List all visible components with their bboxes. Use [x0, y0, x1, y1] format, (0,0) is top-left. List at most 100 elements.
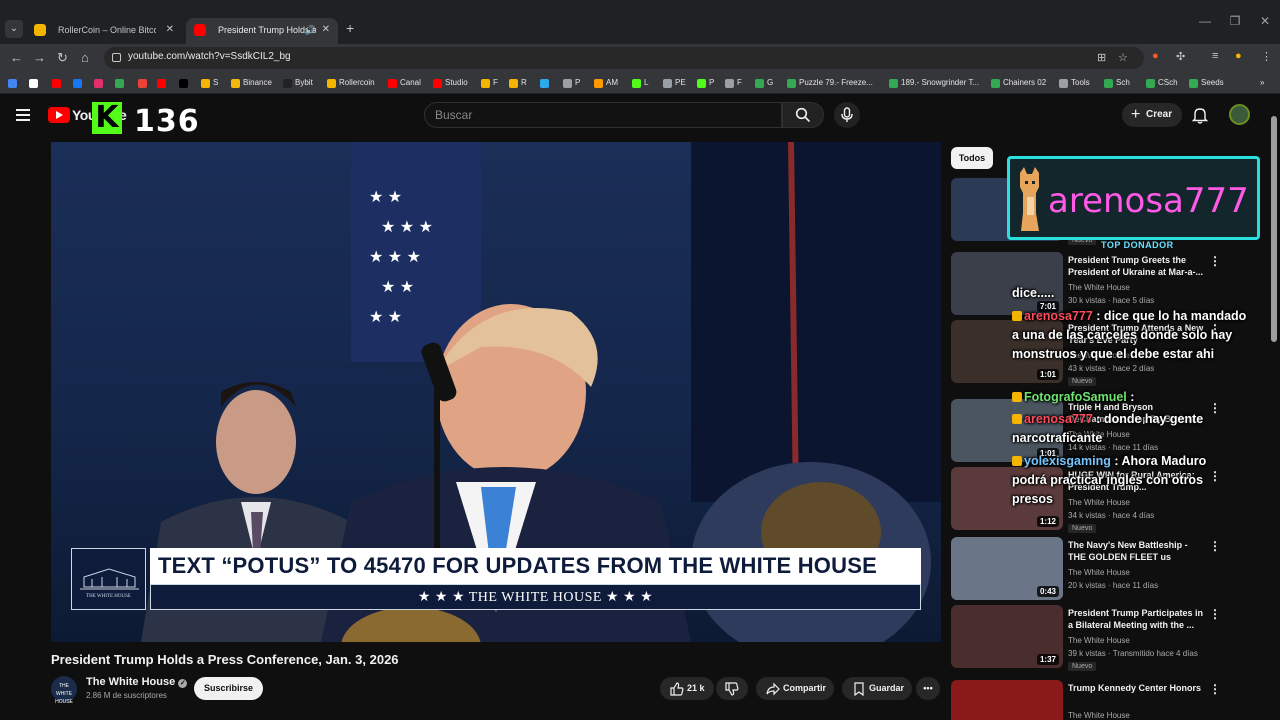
bookmarks-overflow-icon[interactable]: »: [1248, 76, 1264, 90]
dislike-button[interactable]: [716, 677, 748, 700]
home-icon[interactable]: ⌂: [81, 50, 89, 65]
create-button[interactable]: + Crear: [1122, 103, 1182, 127]
new-tab-button[interactable]: +: [346, 20, 354, 36]
more-vertical-icon[interactable]: ⋮: [1209, 539, 1221, 553]
bookmark-item[interactable]: Bybit: [283, 76, 313, 90]
bookmark-item[interactable]: 189.- Snowgrinder T...: [889, 76, 979, 90]
bookmark-item[interactable]: S: [201, 76, 218, 90]
recommended-video[interactable]: 0:43 The Navy's New Battleship - THE GOLD…: [951, 537, 1261, 603]
bookmark-label: Tools: [1071, 78, 1090, 87]
bookmark-label: Bybit: [295, 78, 313, 87]
close-icon[interactable]: ✕: [166, 18, 174, 42]
video-player[interactable]: ★ ★ ★ ★ ★ ★ ★ ★ ★ ★ ★ ★ THE WHITE HOUSE: [51, 142, 941, 642]
extension-icon[interactable]: ●: [1152, 50, 1159, 62]
back-icon[interactable]: ←: [10, 50, 23, 65]
close-icon[interactable]: ✕: [322, 18, 330, 42]
media-controls-icon[interactable]: ≡: [1212, 50, 1218, 62]
white-house-logo: THE WHITE HOUSE: [71, 548, 146, 610]
bookmark-item[interactable]: [138, 76, 150, 90]
bookmark-item[interactable]: [179, 76, 191, 90]
bookmark-item[interactable]: Seeds: [1189, 76, 1224, 90]
bookmark-item[interactable]: [8, 76, 20, 90]
channel-name[interactable]: The White House: [1068, 711, 1130, 720]
hamburger-menu-icon[interactable]: [16, 109, 30, 121]
video-thumbnail[interactable]: [951, 680, 1063, 720]
channel-name[interactable]: The White House: [1068, 283, 1130, 292]
bookmark-item[interactable]: CSch: [1146, 76, 1178, 90]
bookmark-item[interactable]: F: [481, 76, 498, 90]
forward-icon[interactable]: →: [33, 50, 46, 65]
video-title[interactable]: President Trump Greets the President of …: [1068, 254, 1208, 278]
speaker-icon[interactable]: 🔊: [305, 18, 316, 42]
search-box[interactable]: [424, 102, 782, 128]
notifications-bell-icon[interactable]: [1192, 107, 1208, 124]
recommended-video[interactable]: Trump Kennedy Center Honors The White Hou…: [951, 680, 1261, 720]
video-thumbnail[interactable]: 0:43: [951, 537, 1063, 600]
channel-name[interactable]: The White House: [1068, 636, 1130, 645]
tab-search-dropdown[interactable]: ⌄: [5, 20, 23, 38]
site-info-icon[interactable]: [112, 53, 121, 62]
bookmark-item[interactable]: P: [563, 76, 580, 90]
bookmark-item[interactable]: [115, 76, 127, 90]
bookmark-item[interactable]: G: [755, 76, 773, 90]
share-button[interactable]: Compartir: [756, 677, 834, 700]
search-button[interactable]: [782, 102, 824, 128]
maximize-icon[interactable]: ❐: [1227, 14, 1243, 30]
bookmark-item[interactable]: [157, 76, 169, 90]
save-label: Guardar: [869, 683, 905, 693]
voice-search-button[interactable]: [834, 102, 860, 128]
subscribe-button[interactable]: Suscribirse: [194, 677, 263, 700]
tab-rollercoin[interactable]: RollerCoin – Online Bitcoin Mining Game …: [26, 18, 182, 44]
video-title[interactable]: President Trump Participates in a Bilate…: [1068, 607, 1208, 631]
account-avatar[interactable]: [1229, 104, 1250, 125]
bookmark-item[interactable]: AM: [594, 76, 618, 90]
bookmark-item[interactable]: Chainers 02: [991, 76, 1046, 90]
bookmark-item[interactable]: [540, 76, 552, 90]
like-button[interactable]: 21 k: [660, 677, 714, 700]
profile-icon[interactable]: ●: [1235, 50, 1242, 62]
address-bar[interactable]: youtube.com/watch?v=SsdkCIL2_bg ⊞ ☆: [104, 47, 1144, 69]
bookmark-item[interactable]: P: [697, 76, 714, 90]
tab-youtube-video[interactable]: President Trump Holds a Press Conference…: [186, 18, 338, 44]
video-title[interactable]: The Navy's New Battleship - THE GOLDEN F…: [1068, 539, 1208, 563]
bookmark-item[interactable]: L: [632, 76, 648, 90]
minimize-icon[interactable]: —: [1197, 14, 1213, 30]
bookmark-item[interactable]: [29, 76, 41, 90]
window-close-icon[interactable]: ✕: [1257, 14, 1273, 30]
video-thumbnail[interactable]: 1:37: [951, 605, 1063, 668]
reload-icon[interactable]: ↻: [57, 50, 68, 66]
chip-all[interactable]: Todos: [951, 147, 993, 169]
more-vertical-icon[interactable]: ⋮: [1209, 254, 1221, 268]
scrollbar-thumb[interactable]: [1271, 116, 1277, 342]
more-vertical-icon[interactable]: ⋮: [1209, 607, 1221, 621]
bookmark-item[interactable]: F: [725, 76, 742, 90]
bookmark-item[interactable]: PE: [663, 76, 686, 90]
bookmark-favicon-icon: [115, 79, 124, 88]
bookmark-item[interactable]: [94, 76, 106, 90]
channel-avatar[interactable]: THE WHITE HOUSE: [51, 676, 77, 705]
bookmark-item[interactable]: Tools: [1059, 76, 1090, 90]
more-actions-button[interactable]: •••: [916, 677, 940, 700]
menu-dots-icon[interactable]: ⋮: [1261, 50, 1272, 63]
bookmark-item[interactable]: R: [509, 76, 527, 90]
bookmark-item[interactable]: Binance: [231, 76, 272, 90]
channel-name[interactable]: The White House ✓: [86, 676, 188, 688]
bookmark-item[interactable]: Puzzle 79.- Freeze...: [787, 76, 873, 90]
extensions-puzzle-icon[interactable]: ✣: [1176, 50, 1185, 63]
more-vertical-icon[interactable]: ⋮: [1209, 682, 1221, 696]
recommended-video[interactable]: 1:37 President Trump Participates in a Bi…: [951, 605, 1261, 671]
bookmark-item[interactable]: Studio: [433, 76, 468, 90]
bookmark-item[interactable]: [52, 76, 64, 90]
channel-name[interactable]: The White House: [1068, 568, 1130, 577]
bookmark-item[interactable]: [73, 76, 85, 90]
bookmark-item[interactable]: Rollercoin: [327, 76, 375, 90]
bookmark-favicon-icon: [73, 79, 82, 88]
bookmark-item[interactable]: Sch: [1104, 76, 1130, 90]
search-input[interactable]: [425, 103, 781, 127]
page-scrollbar[interactable]: [1270, 104, 1278, 710]
bookmark-star-icon[interactable]: ☆: [1118, 51, 1128, 64]
bookmark-item[interactable]: Canal: [388, 76, 421, 90]
install-app-icon[interactable]: ⊞: [1097, 51, 1106, 64]
video-title[interactable]: Trump Kennedy Center Honors: [1068, 682, 1208, 694]
save-button[interactable]: Guardar: [842, 677, 912, 700]
